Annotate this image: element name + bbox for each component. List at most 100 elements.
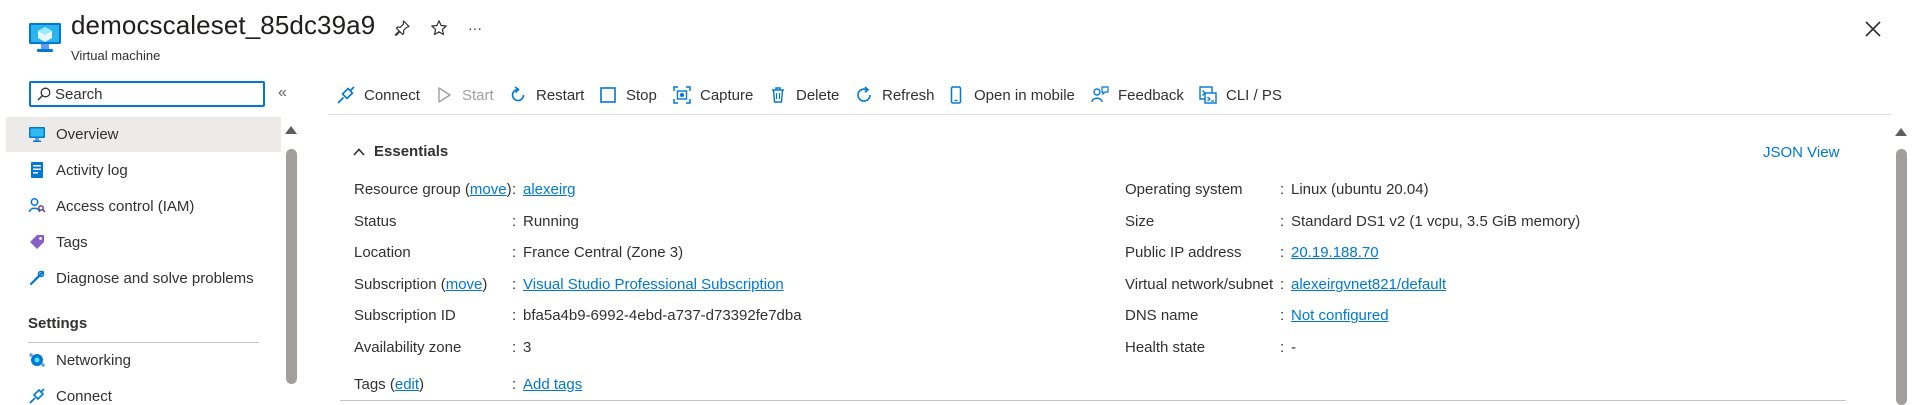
scroll-up-arrow-icon[interactable] [1895, 128, 1907, 136]
separator-colon: : [512, 244, 517, 261]
sidebar-item-label: Networking [56, 352, 132, 369]
stop-icon [600, 87, 616, 103]
separator-colon: : [512, 213, 517, 230]
separator-colon: : [1280, 244, 1285, 261]
feedback-icon [1091, 86, 1109, 103]
separator-colon: : [1280, 339, 1285, 356]
terminal-icon [1199, 86, 1217, 104]
resource-group-label-text: Resource group [354, 181, 461, 198]
health-state-value: - [1291, 339, 1296, 356]
open-in-mobile-button[interactable]: Open in mobile [946, 82, 1075, 108]
start-label: Start [462, 86, 494, 104]
scroll-up-arrow-icon[interactable] [285, 126, 297, 134]
delete-label: Delete [796, 86, 840, 104]
essentials-divider [340, 400, 1846, 401]
vnet-subnet-label: Virtual network/subnet [1125, 276, 1274, 293]
dns-name-link[interactable]: Not configured [1291, 307, 1389, 324]
tags-label: Tags (edit) [354, 376, 425, 393]
capture-button[interactable]: Capture [672, 82, 753, 108]
sidebar-item-label: Access control (IAM) [56, 198, 195, 215]
tag-icon [30, 235, 44, 249]
health-state-label: Health state [1125, 339, 1206, 356]
scrollbar-thumb[interactable] [1896, 149, 1907, 405]
sidebar-scrollbar[interactable] [285, 123, 297, 405]
trash-icon [772, 87, 784, 103]
subscription-id-label: Subscription ID [354, 307, 456, 324]
menu-search-box[interactable] [29, 81, 265, 107]
size-value: Standard DS1 v2 (1 vcpu, 3.5 GiB memory) [1291, 213, 1581, 230]
resource-group-move-link[interactable]: move [470, 181, 507, 198]
close-icon[interactable] [1862, 18, 1884, 40]
capture-icon [673, 86, 691, 104]
public-ip-link[interactable]: 20.19.188.70 [1291, 244, 1379, 261]
stop-button[interactable]: Stop [598, 82, 657, 108]
separator-colon: : [1280, 181, 1285, 198]
subscription-label: Subscription (move) [354, 276, 488, 293]
separator-colon: : [512, 307, 517, 324]
open-in-mobile-label: Open in mobile [974, 86, 1075, 104]
stop-label: Stop [626, 86, 657, 104]
tags-edit-link[interactable]: edit [395, 376, 419, 393]
availability-zone-label: Availability zone [354, 339, 462, 356]
refresh-icon [857, 86, 871, 102]
location-label: Location [354, 244, 411, 261]
restart-button[interactable]: Restart [508, 82, 584, 108]
separator-colon: : [1280, 213, 1285, 230]
sidebar-item-label: Connect [56, 388, 112, 405]
size-label: Size [1125, 213, 1155, 230]
sidebar-item-tags[interactable]: Tags [6, 225, 281, 260]
connect-icon [337, 86, 355, 104]
refresh-button[interactable]: Refresh [854, 82, 935, 108]
virtual-machine-icon [29, 23, 61, 52]
main-scrollbar[interactable] [1895, 125, 1908, 405]
tags-label-text: Tags [354, 376, 386, 393]
sidebar-item-iam[interactable]: Access control (IAM) [6, 189, 281, 224]
cli-ps-button[interactable]: CLI / PS [1198, 82, 1282, 108]
sidebar-item-networking[interactable]: Networking [6, 343, 281, 378]
json-view-link[interactable]: JSON View [1763, 144, 1839, 161]
availability-zone-value: 3 [523, 339, 532, 356]
sidebar-item-label: Tags [56, 234, 88, 251]
subscription-value-link[interactable]: Visual Studio Professional Subscription [523, 276, 784, 293]
status-label: Status [354, 213, 397, 230]
add-tags-link[interactable]: Add tags [523, 376, 582, 393]
connect-icon [29, 388, 45, 404]
search-icon [37, 87, 51, 101]
subscription-label-text: Subscription [354, 276, 437, 293]
menu-search-input[interactable] [55, 84, 255, 104]
activity-log-icon [31, 162, 43, 178]
essentials-heading: Essentials [374, 143, 449, 160]
more-icon[interactable]: ··· [465, 18, 485, 38]
mobile-phone-icon [950, 86, 962, 104]
restart-icon [511, 86, 525, 102]
settings-section-heading: Settings [28, 315, 88, 332]
collapse-menu-button[interactable]: « [278, 84, 296, 102]
page-title: democscaleset_85dc39a9 [71, 10, 376, 40]
overview-icon [29, 127, 45, 142]
subscription-move-link[interactable]: move [446, 276, 483, 293]
cli-ps-label: CLI / PS [1226, 86, 1282, 104]
delete-button[interactable]: Delete [768, 82, 839, 108]
iam-icon [28, 198, 46, 213]
feedback-button[interactable]: Feedback [1090, 82, 1184, 108]
separator-colon: : [512, 276, 517, 293]
resource-group-label: Resource group (move) [354, 181, 512, 198]
vnet-subnet-link[interactable]: alexeirgvnet821/default [1291, 276, 1446, 293]
separator-colon: : [512, 181, 517, 198]
essentials-toggle[interactable]: Essentials [352, 143, 448, 160]
resource-group-value-link[interactable]: alexeirg [523, 181, 576, 198]
star-icon[interactable] [429, 18, 449, 38]
pin-icon[interactable] [392, 18, 412, 38]
sidebar-item-activity-log[interactable]: Activity log [6, 153, 281, 188]
separator-colon: : [1280, 276, 1285, 293]
scrollbar-thumb[interactable] [286, 149, 297, 384]
connect-button[interactable]: Connect [336, 82, 420, 108]
start-button[interactable]: Start [434, 82, 494, 108]
sidebar-item-connect[interactable]: Connect [6, 379, 281, 405]
sidebar-item-overview[interactable]: Overview [6, 117, 281, 152]
page-subtitle: Virtual machine [71, 48, 161, 63]
capture-label: Capture [700, 86, 754, 104]
separator-colon: : [512, 339, 517, 356]
sidebar-item-diagnose[interactable]: Diagnose and solve problems [6, 261, 281, 296]
restart-label: Restart [536, 86, 585, 104]
